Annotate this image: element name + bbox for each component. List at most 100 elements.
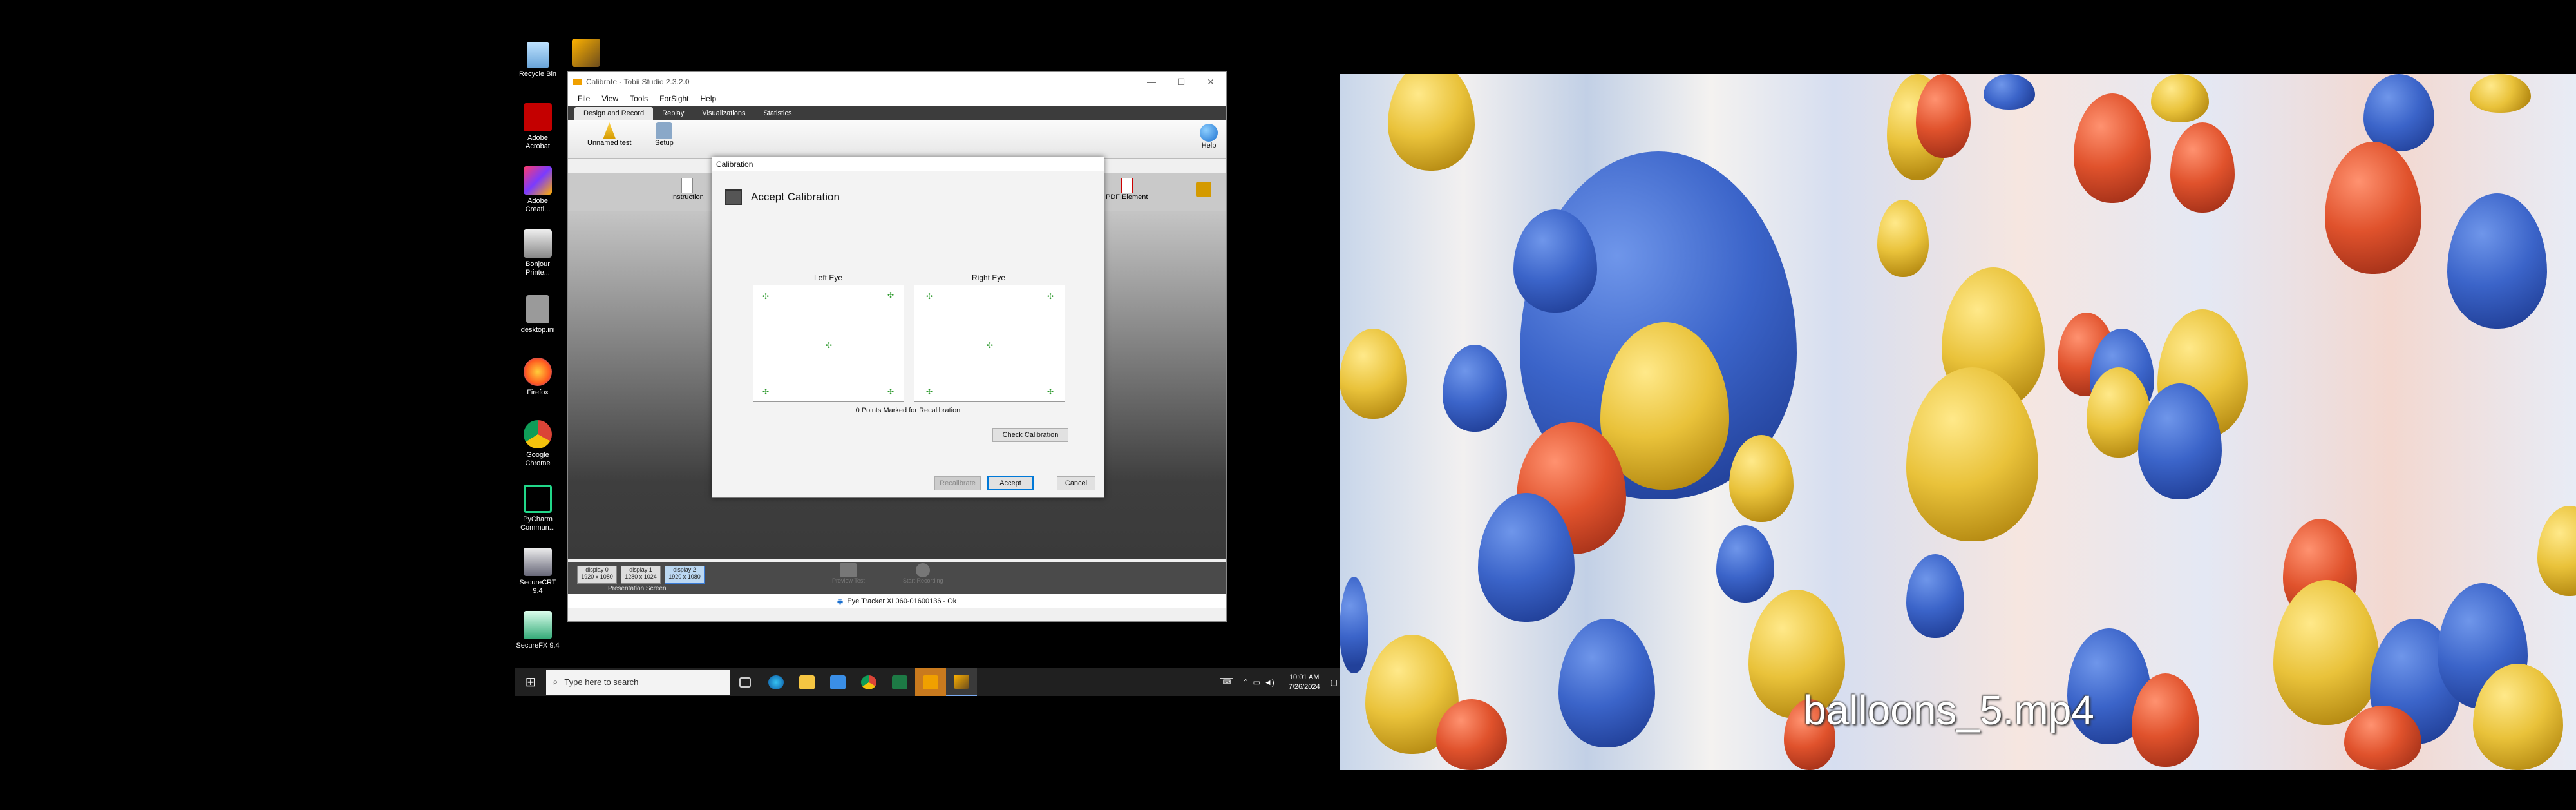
keyboard-icon[interactable]: ⌨ (1220, 678, 1234, 686)
notification-icon[interactable]: ▢ (1331, 678, 1338, 687)
test-selector[interactable]: Unnamed test (587, 122, 631, 147)
close-icon[interactable]: ✕ (1196, 77, 1226, 88)
network-icon[interactable]: ▭ (1253, 678, 1260, 687)
check-calibration-button[interactable]: Check Calibration (992, 428, 1068, 442)
accept-button[interactable]: Accept (987, 476, 1034, 490)
test-name: Unnamed test (587, 139, 632, 147)
securefx-icon (524, 611, 552, 639)
desktop-icon-label: Recycle Bin (518, 70, 557, 78)
display-2-thumb[interactable]: display 2 1920 x 1080 (665, 566, 705, 584)
tab-visualizations[interactable]: Visualizations (693, 107, 754, 120)
desktop-icon-desktop-ini[interactable]: desktop.ini (515, 295, 560, 334)
desktop-icon-label: Google Chrome (525, 451, 551, 467)
edge-icon (768, 675, 784, 689)
taskbar-chrome[interactable] (853, 668, 884, 696)
presentation-screen-label: Presentation Screen (608, 585, 667, 592)
balloon (1340, 577, 1368, 673)
balloon (1729, 435, 1794, 522)
display-0-thumb[interactable]: display 0 1920 x 1080 (577, 566, 617, 584)
minimize-icon[interactable]: — (1137, 77, 1166, 88)
desktop-icon-bonjour[interactable]: Bonjour Printe... (515, 229, 560, 277)
start-recording-button[interactable]: Start Recording (903, 563, 943, 584)
calibration-point: ✣ (1047, 292, 1054, 301)
desktop-icon-adobe-creative[interactable]: Adobe Creati... (515, 166, 560, 214)
video-player: balloons_5.mp4 (1340, 74, 2576, 770)
display-1-thumb[interactable]: display 1 1280 x 1024 (621, 566, 661, 584)
volume-icon[interactable]: ◄) (1264, 678, 1274, 687)
balloon (2132, 673, 2199, 767)
search-box[interactable]: ⌕ Type here to search (546, 669, 730, 695)
balloon (2074, 93, 2151, 203)
preview-test-button[interactable]: Preview Test (832, 563, 865, 584)
tab-design-and-record[interactable]: Design and Record (574, 107, 654, 120)
lock-icon[interactable] (1196, 182, 1211, 197)
clock[interactable]: 10:01 AM 7/26/2024 (1289, 673, 1320, 692)
balloon (1984, 74, 2035, 110)
display-res: 1920 x 1080 (581, 574, 613, 580)
menu-bar: File View Tools ForSight Help (568, 92, 1226, 106)
balloon (2447, 193, 2547, 329)
help-button[interactable]: Help (1200, 124, 1218, 149)
menu-tools[interactable]: Tools (624, 94, 654, 103)
tab-statistics[interactable]: Statistics (754, 107, 800, 120)
taskbar-store[interactable] (822, 668, 853, 696)
ribbon: Unnamed test Setup Help (568, 120, 1226, 159)
balloon (2537, 506, 2576, 596)
balloon (1443, 345, 1507, 432)
window-title: Calibrate - Tobii Studio 2.3.2.0 (586, 77, 690, 86)
balloon (1716, 525, 1774, 603)
calibration-point: ✣ (1047, 387, 1054, 396)
desktop-icon-acrobat[interactable]: Adobe Acrobat (515, 103, 560, 151)
menu-file[interactable]: File (572, 94, 596, 103)
desktop-icon-label: Firefox (527, 389, 549, 396)
clock-time: 10:01 AM (1289, 673, 1320, 681)
display-res: 1920 x 1080 (668, 574, 701, 580)
instruction-element[interactable]: Instruction (671, 178, 704, 201)
taskbar-edge[interactable] (761, 668, 791, 696)
taskbar-studio[interactable] (946, 668, 977, 696)
eye-tracker-icon: ◉ (837, 597, 844, 606)
tab-replay[interactable]: Replay (653, 107, 693, 120)
taskbar-explorer[interactable] (791, 668, 822, 696)
recycle-bin-icon[interactable]: Recycle Bin (515, 42, 560, 79)
menu-view[interactable]: View (596, 94, 624, 103)
windows-icon: ⊞ (525, 675, 536, 689)
desktop-icon-firefox[interactable]: Firefox (515, 358, 560, 397)
start-button[interactable]: ⊞ (515, 668, 546, 696)
balloon (1436, 699, 1507, 770)
desktop-icon-label: Adobe Acrobat (526, 134, 550, 150)
chrome-icon (861, 675, 876, 689)
menu-forsight[interactable]: ForSight (654, 94, 694, 103)
clock-date: 7/26/2024 (1288, 682, 1320, 691)
setup-button[interactable]: Setup (655, 122, 674, 147)
calibration-point: ✣ (926, 387, 933, 396)
task-view-button[interactable] (730, 668, 761, 696)
recalibrate-button[interactable]: Recalibrate (934, 476, 981, 490)
desktop-icon-label: PyCharm Commun... (520, 516, 555, 532)
chevron-up-icon[interactable]: ⌃ (1242, 678, 1249, 687)
window-titlebar[interactable]: Calibrate - Tobii Studio 2.3.2.0 — ☐ ✕ (568, 72, 1226, 92)
taskbar: ⊞ ⌕ Type here to search ⌨ ⌃ ▭ ◄) 10:01 A… (515, 668, 1343, 696)
cancel-button[interactable]: Cancel (1057, 476, 1095, 490)
desktop-icon-label: SecureFX 9.4 (516, 642, 560, 650)
tab-bar: Design and Record Replay Visualizations … (568, 106, 1226, 120)
taskbar-tobii[interactable] (915, 668, 946, 696)
status-bar: ◉ Eye Tracker XL060-01600136 - Ok (568, 594, 1226, 608)
desktop-icon-securecrt[interactable]: SecureCRT 9.4 (515, 548, 560, 595)
instruction-icon (681, 178, 694, 193)
desktop-icon-pycharm[interactable]: PyCharm Commun... (515, 485, 560, 532)
menu-help[interactable]: Help (695, 94, 723, 103)
pdf-icon (1121, 178, 1133, 193)
shortcut-icon[interactable] (564, 39, 609, 70)
calibration-point: ✣ (987, 341, 994, 350)
display-name: display 0 (585, 566, 609, 573)
setup-icon (656, 122, 673, 139)
app-logo-icon (573, 79, 582, 85)
system-tray: ⌨ ⌃ ▭ ◄) 10:01 AM 7/26/2024 ▢ (1220, 673, 1343, 692)
dialog-title[interactable]: Calibration (712, 157, 1104, 171)
desktop-icon-chrome[interactable]: Google Chrome (515, 420, 560, 468)
taskbar-excel[interactable] (884, 668, 915, 696)
pdf-element[interactable]: PDF Element (1106, 178, 1148, 201)
desktop-icon-securefx[interactable]: SecureFX 9.4 (515, 611, 560, 650)
maximize-icon[interactable]: ☐ (1166, 77, 1196, 88)
